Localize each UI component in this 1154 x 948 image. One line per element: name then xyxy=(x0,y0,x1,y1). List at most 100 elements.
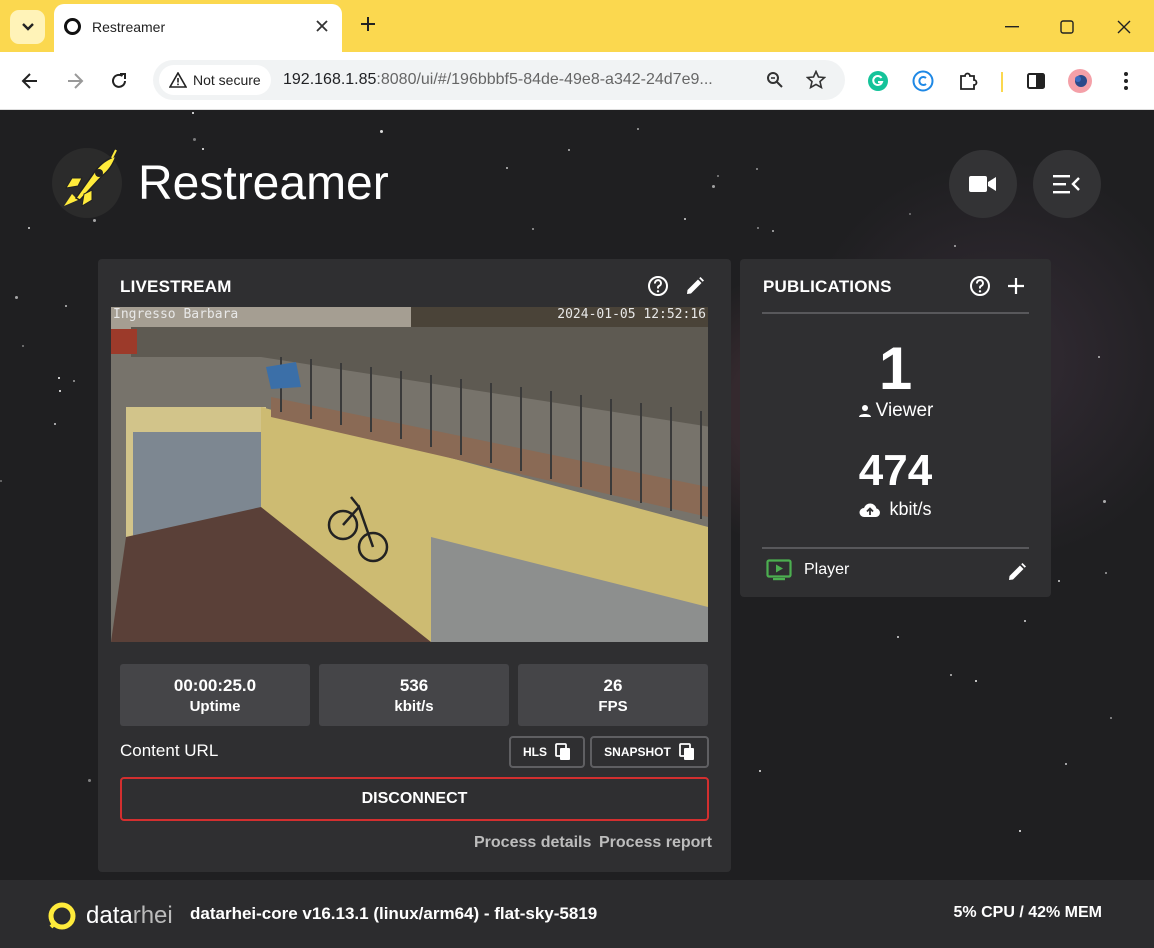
star-dot xyxy=(717,175,719,177)
bitrate-value: 536 xyxy=(399,676,429,695)
side-panel-button[interactable] xyxy=(1022,67,1050,95)
maximize-button[interactable] xyxy=(1052,12,1082,42)
profile-button[interactable] xyxy=(1066,67,1094,95)
browser-tab[interactable]: Restreamer xyxy=(54,4,342,52)
help-circle-icon xyxy=(970,276,990,296)
video-source-button[interactable] xyxy=(949,150,1017,218)
camera-scene-image xyxy=(111,307,708,642)
publications-divider-2 xyxy=(762,547,1029,549)
c-extension-icon xyxy=(912,70,934,92)
star-dot xyxy=(193,138,196,141)
chevron-down-icon xyxy=(21,23,34,31)
star-dot xyxy=(0,480,2,482)
star-dot xyxy=(1019,830,1021,832)
browser-titlebar: Restreamer xyxy=(0,0,1154,52)
more-vertical-icon xyxy=(1124,72,1128,90)
close-window-button[interactable] xyxy=(1109,12,1139,42)
pencil-icon xyxy=(1009,563,1026,580)
star-dot xyxy=(712,185,715,188)
hls-copy-button[interactable]: HLS xyxy=(509,736,585,768)
reload-button[interactable] xyxy=(104,66,134,96)
tab-title: Restreamer xyxy=(92,19,166,35)
bitrate-stat: 536 kbit/s xyxy=(319,664,509,726)
player-edit-button[interactable] xyxy=(1005,560,1029,584)
livestream-help-button[interactable] xyxy=(646,274,670,298)
star-dot xyxy=(897,636,899,638)
minimize-icon xyxy=(1005,26,1019,28)
arrow-right-icon xyxy=(68,73,84,89)
livestream-title: LIVESTREAM xyxy=(120,277,232,296)
video-camera-icon xyxy=(969,176,996,192)
tab-close-button[interactable] xyxy=(312,16,332,36)
uptime-value: 00:00:25.0 xyxy=(173,676,257,695)
player-tv-icon xyxy=(766,559,792,581)
star-dot xyxy=(22,345,24,347)
zoom-button[interactable] xyxy=(763,68,787,92)
star-dot xyxy=(1110,717,1112,719)
publication-bitrate: 474 xyxy=(858,446,933,495)
c-extension-button[interactable] xyxy=(909,67,937,95)
star-dot xyxy=(506,167,508,169)
disconnect-button[interactable]: DISCONNECT xyxy=(120,777,709,821)
forward-button[interactable] xyxy=(60,66,90,96)
process-details-link[interactable]: Process details xyxy=(474,834,591,852)
bookmark-button[interactable] xyxy=(804,68,828,92)
video-preview[interactable]: Ingresso Barbara 2024-01-05 12:52:16 xyxy=(111,307,708,642)
snapshot-copy-button[interactable]: SNAPSHOT xyxy=(590,736,709,768)
new-tab-button[interactable] xyxy=(356,13,380,39)
star-dot xyxy=(975,680,977,682)
star-dot xyxy=(1058,580,1060,582)
hls-label: HLS xyxy=(523,745,547,759)
star-dot xyxy=(93,219,96,222)
star-dot xyxy=(909,213,911,215)
footer-brand-a: data xyxy=(86,902,133,929)
star-dot xyxy=(684,218,686,220)
grammarly-extension-button[interactable] xyxy=(864,67,892,95)
address-bar[interactable]: Not secure 192.168.1.85:8080/ui/#/196bbb… xyxy=(153,60,845,100)
bitrate-unit-label: kbit/s xyxy=(889,499,932,519)
star-dot xyxy=(1103,500,1106,503)
reload-icon xyxy=(112,73,126,88)
pencil-icon xyxy=(687,277,704,294)
footer-brand-b: rhei xyxy=(132,902,173,929)
star-dot xyxy=(772,230,774,232)
livestream-edit-button[interactable] xyxy=(683,274,707,298)
copy-icon xyxy=(555,743,570,760)
back-button[interactable] xyxy=(15,66,45,96)
uptime-label: Uptime xyxy=(189,698,241,715)
menu-open-icon xyxy=(1053,175,1080,194)
star-dot xyxy=(88,779,91,782)
security-indicator[interactable]: Not secure xyxy=(159,65,271,95)
minimize-button[interactable] xyxy=(997,12,1027,42)
process-report-link[interactable]: Process report xyxy=(599,834,712,852)
bitrate-label: kbit/s xyxy=(394,698,434,715)
plus-icon xyxy=(1008,278,1024,294)
side-panel-icon xyxy=(1027,73,1045,89)
cloud-upload-icon xyxy=(859,503,881,517)
zoom-icon xyxy=(767,72,783,88)
fps-label: FPS xyxy=(598,698,628,715)
star-dot xyxy=(954,245,956,247)
url-text[interactable]: 192.168.1.85:8080/ui/#/196bbbf5-84de-49e… xyxy=(283,71,713,89)
add-publication-button[interactable] xyxy=(1004,274,1028,298)
extensions-button[interactable] xyxy=(954,67,982,95)
star-dot xyxy=(59,390,61,392)
tab-search-button[interactable] xyxy=(10,10,45,44)
star-dot xyxy=(380,130,383,133)
toolbar-divider xyxy=(1001,72,1003,92)
star-dot xyxy=(58,377,60,379)
browser-toolbar: Not secure 192.168.1.85:8080/ui/#/196bbb… xyxy=(0,52,1154,110)
star-dot xyxy=(950,674,952,676)
star-dot xyxy=(1065,763,1067,765)
menu-toggle-button[interactable] xyxy=(1033,150,1101,218)
url-path: :8080/ui/#/196bbbf5-84de-49e8-a342-24d7e… xyxy=(376,71,713,88)
footer: datarhei datarhei-core v16.13.1 (linux/a… xyxy=(0,880,1154,948)
core-version: datarhei-core v16.13.1 (linux/arm64) - f… xyxy=(190,904,598,923)
plus-icon xyxy=(361,17,375,31)
publications-help-button[interactable] xyxy=(968,274,992,298)
player-row[interactable]: Player xyxy=(766,559,849,581)
bitrate-label-row: kbit/s xyxy=(740,499,1051,520)
browser-menu-button[interactable] xyxy=(1112,67,1140,95)
datarhei-logo[interactable]: datarhei xyxy=(46,900,173,932)
fps-stat: 26 FPS xyxy=(518,664,708,726)
